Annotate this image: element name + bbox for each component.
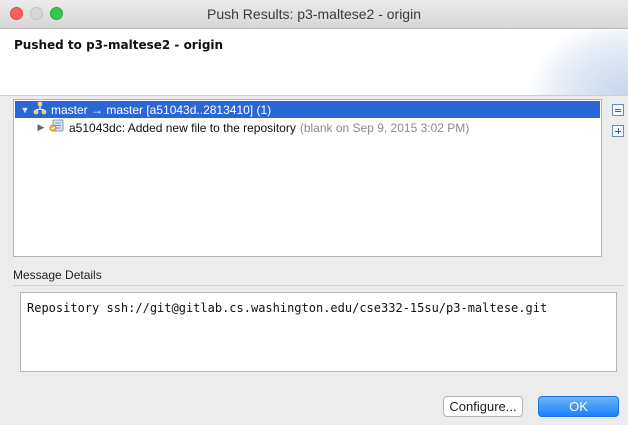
branch-icon [33, 101, 47, 118]
message-details-label: Message Details [13, 268, 102, 282]
collapse-all-button[interactable] [612, 104, 624, 116]
commit-label: a51043dc: Added new file to the reposito… [69, 120, 296, 135]
close-window-button[interactable] [10, 7, 23, 20]
commit-meta: (blank on Sep 9, 2015 3:02 PM) [299, 120, 470, 135]
configure-button[interactable]: Configure... [443, 396, 523, 417]
header-banner: Pushed to p3-maltese2 - origin [0, 29, 628, 96]
tree-row-branch-update[interactable]: ▼ master → master [a51043d..2813410] (1) [15, 101, 600, 118]
window-title: Push Results: p3-maltese2 - origin [207, 6, 421, 22]
message-text: Repository ssh://git@gitlab.cs.washingto… [27, 301, 548, 315]
title-bar[interactable]: Push Results: p3-maltese2 - origin [0, 0, 628, 29]
message-details-section: Repository ssh://git@gitlab.cs.washingto… [13, 285, 624, 378]
message-details-textarea[interactable]: Repository ssh://git@gitlab.cs.washingto… [20, 292, 617, 372]
maximize-window-button[interactable] [50, 7, 63, 20]
tree-row-commit[interactable]: ▶ a51043dc: Added new file to the reposi… [15, 119, 600, 136]
banner-title: Pushed to p3-maltese2 - origin [14, 38, 224, 52]
push-results-tree[interactable]: ▼ master → master [a51043d..2813410] (1)… [13, 99, 602, 257]
banner-decoration [528, 29, 628, 95]
collapsed-arrow-icon[interactable]: ▶ [35, 122, 47, 133]
expanded-arrow-icon[interactable]: ▼ [19, 105, 31, 115]
expand-all-button[interactable] [612, 125, 624, 137]
ok-button[interactable]: OK [538, 396, 619, 417]
branch-update-label: master → master [a51043d..2813410] (1) [51, 102, 272, 117]
minimize-window-button[interactable] [30, 7, 43, 20]
commit-icon [49, 119, 65, 136]
push-results-window: Push Results: p3-maltese2 - origin Pushe… [0, 0, 628, 425]
